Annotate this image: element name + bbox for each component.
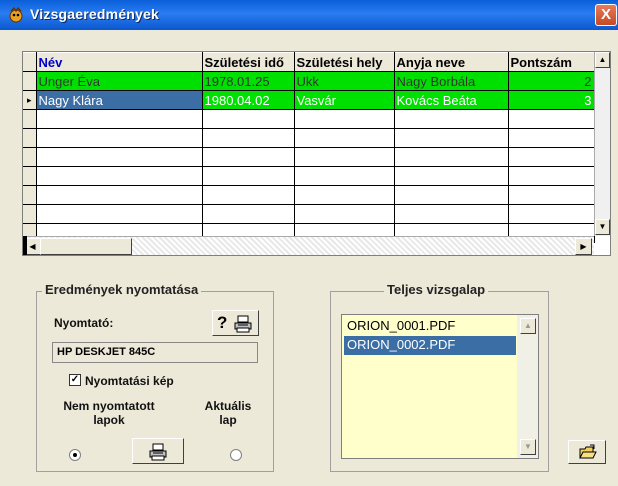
empty-row[interactable] — [23, 204, 595, 224]
horizontal-scrollbar[interactable]: ◀ ▶ — [23, 236, 594, 255]
column-header-mother-name[interactable]: Anyja neve — [394, 52, 509, 72]
table-row[interactable]: Unger Éva 1978.01.25 Ukk Nagy Borbála 2 — [23, 71, 595, 91]
checkmark-icon: ✓ — [70, 374, 80, 385]
arrow-right-icon: ▶ — [580, 242, 587, 251]
arrow-up-icon: ▲ — [598, 55, 607, 64]
file-list-scrollbar[interactable]: ▲ ▼ — [517, 315, 538, 458]
printer-icon — [233, 315, 253, 338]
cell-mother-name[interactable]: Kovács Beáta — [394, 90, 509, 110]
arrow-down-icon: ▼ — [524, 442, 532, 451]
print-button[interactable] — [132, 438, 184, 464]
current-page-label: Aktuális lap — [204, 399, 252, 427]
results-table: Név Születési idő Születési hely Anyja n… — [23, 52, 595, 243]
empty-row[interactable] — [23, 109, 595, 129]
cell-birth-date[interactable]: 1978.01.25 — [202, 71, 295, 91]
scrollbar-edge — [23, 236, 27, 255]
arrow-up-icon: ▲ — [524, 321, 532, 330]
printer-name-value: HP DESKJET 845C — [57, 346, 156, 358]
print-results-title: Eredmények nyomtatása — [42, 282, 202, 297]
row-indicator[interactable] — [23, 71, 37, 91]
column-header-birth-date[interactable]: Születési idő — [202, 52, 295, 72]
column-header-birth-place[interactable]: Születési hely — [294, 52, 395, 72]
print-preview-label: Nyomtatási kép — [85, 374, 174, 388]
print-preview-checkbox[interactable]: ✓ — [69, 374, 81, 386]
printer-name-field[interactable]: HP DESKJET 845C — [52, 342, 258, 363]
full-sheet-title: Teljes vizsgalap — [384, 282, 489, 297]
current-row-indicator[interactable]: ▸ — [23, 90, 37, 110]
list-item[interactable]: ORION_0002.PDF — [344, 336, 516, 355]
vertical-scrollbar[interactable]: ▲ ▼ — [594, 52, 610, 236]
printer-label: Nyomtató: — [54, 316, 114, 330]
horizontal-scroll-thumb[interactable] — [40, 238, 132, 255]
list-item[interactable]: ORION_0001.PDF — [344, 317, 516, 336]
cell-mother-name[interactable]: Nagy Borbála — [394, 71, 509, 91]
row-indicator-header — [23, 52, 37, 72]
cell-birth-place[interactable]: Vasvár — [294, 90, 395, 110]
help-icon: ? — [217, 313, 228, 332]
column-header-name[interactable]: Név — [36, 52, 203, 72]
empty-row[interactable] — [23, 128, 595, 148]
close-icon: X — [600, 6, 611, 23]
title-bar[interactable]: Vizsgaeredmények X — [0, 0, 618, 30]
printer-icon — [148, 443, 168, 466]
table-row[interactable]: ▸ Nagy Klára 1980.04.02 Vasvár Kovács Be… — [23, 90, 595, 110]
open-folder-icon — [579, 444, 597, 465]
cell-birth-place[interactable]: Ukk — [294, 71, 395, 91]
column-header-score[interactable]: Pontszám — [508, 52, 595, 72]
printer-setup-button[interactable]: ? — [212, 310, 259, 336]
arrow-down-icon: ▼ — [598, 222, 607, 231]
current-page-radio[interactable] — [230, 449, 242, 461]
scroll-down-button[interactable]: ▼ — [595, 219, 610, 235]
cell-birth-date[interactable]: 1980.04.02 — [202, 90, 295, 110]
exam-results-window: Vizsgaeredmények X Név Születési idő Szü… — [0, 0, 618, 486]
pdf-file-list[interactable]: ORION_0001.PDF ORION_0002.PDF ▲ ▼ — [341, 314, 539, 459]
open-folder-button[interactable] — [568, 440, 606, 464]
scroll-right-button[interactable]: ▶ — [575, 238, 592, 255]
close-button[interactable]: X — [595, 4, 617, 26]
unprinted-pages-radio[interactable] — [69, 449, 81, 461]
grid-header-row: Név Születési idő Születési hely Anyja n… — [23, 52, 595, 72]
scroll-up-button[interactable]: ▲ — [520, 318, 536, 334]
cell-name[interactable]: Nagy Klára — [36, 90, 203, 110]
cell-name[interactable]: Unger Éva — [36, 71, 203, 91]
app-icon — [8, 6, 24, 23]
arrow-left-icon: ◀ — [29, 242, 36, 251]
cell-score[interactable]: 3 — [508, 90, 595, 110]
empty-row[interactable] — [23, 147, 595, 167]
unprinted-pages-label: Nem nyomtatott lapok — [63, 399, 155, 427]
scroll-up-button[interactable]: ▲ — [595, 52, 610, 68]
window-title: Vizsgaeredmények — [30, 6, 160, 22]
scroll-down-button[interactable]: ▼ — [520, 439, 536, 455]
empty-row[interactable] — [23, 185, 595, 205]
empty-row[interactable] — [23, 166, 595, 186]
results-grid[interactable]: Név Születési idő Születési hely Anyja n… — [22, 51, 611, 256]
cell-score[interactable]: 2 — [508, 71, 595, 91]
